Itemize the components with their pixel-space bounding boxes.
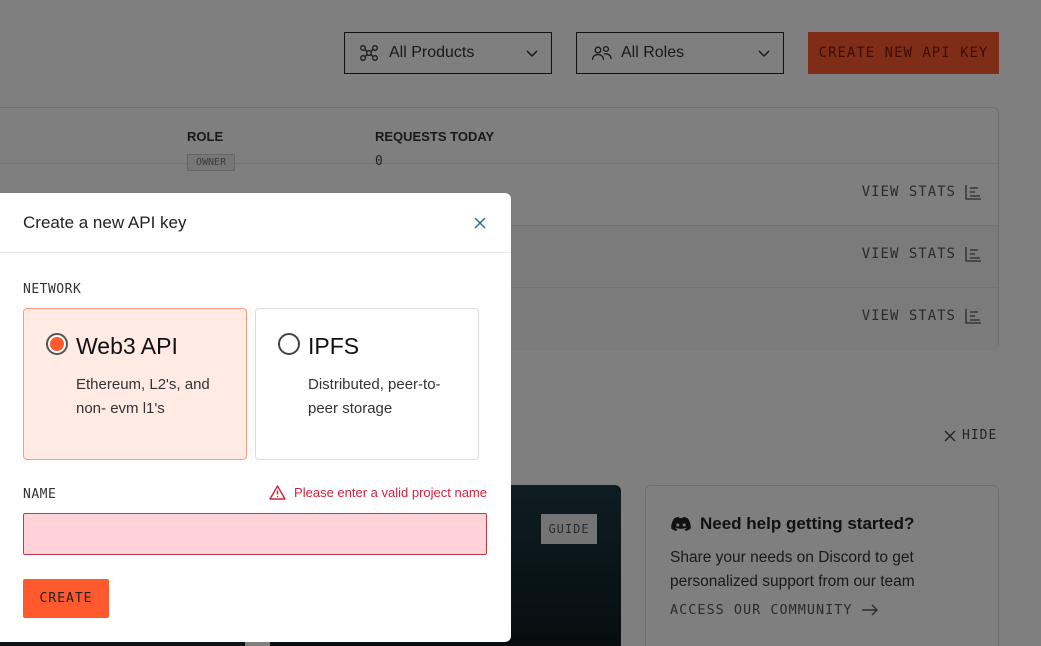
create-api-key-modal: Create a new API key NETWORK Web3 API Et… — [0, 193, 511, 642]
network-option-description: Ethereum, L2's, and non- evm l1's — [76, 376, 210, 417]
web3-api-radio[interactable] — [46, 333, 68, 355]
network-option-ipfs[interactable]: IPFS Distributed, peer-to-peer storage — [255, 308, 479, 460]
network-option-title: Web3 API — [76, 333, 178, 359]
create-button[interactable]: CREATE — [23, 579, 109, 618]
name-error-text: Please enter a valid project name — [294, 485, 487, 500]
warning-icon — [269, 485, 286, 500]
network-label: NETWORK — [23, 282, 82, 297]
network-option-title: IPFS — [308, 333, 360, 359]
modal-header: Create a new API key — [0, 193, 511, 253]
close-icon — [474, 216, 486, 229]
close-modal-button[interactable] — [472, 215, 488, 231]
name-input[interactable] — [23, 513, 487, 555]
name-label: NAME — [23, 487, 57, 502]
ipfs-radio[interactable] — [278, 333, 300, 355]
name-error-message: Please enter a valid project name — [269, 485, 487, 500]
network-option-description: Distributed, peer-to-peer storage — [308, 376, 441, 417]
modal-title: Create a new API key — [23, 212, 187, 232]
network-option-web3-api[interactable]: Web3 API Ethereum, L2's, and non- evm l1… — [23, 308, 247, 460]
